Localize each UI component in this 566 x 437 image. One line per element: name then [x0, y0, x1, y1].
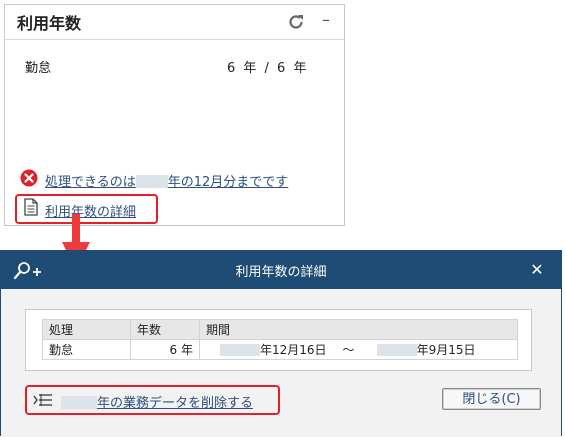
minimize-icon[interactable]: – — [318, 11, 334, 29]
cell-process: 勤怠 — [42, 339, 131, 360]
document-icon — [24, 198, 38, 216]
usage-years-widget: 利用年数 – 勤怠 6 年 / 6 年 処理できるのは 年の12月分までです 利用… — [4, 4, 345, 226]
usage-years-detail-dialog: 利用年数の詳細 ✕ 処理 年数 期間 勤怠 6 年 年12月16日 〜 年9月15日 — [0, 250, 562, 437]
table-row: 勤怠 6 年 年12月16日 〜 年9月15日 — [42, 339, 518, 360]
processing-limit-link[interactable]: 処理できるのは 年の12月分までです — [45, 171, 288, 190]
attendance-label: 勤怠 — [25, 61, 52, 76]
widget-header: 利用年数 – — [5, 5, 344, 40]
delete-link-text: 年の業務データを削除する — [97, 396, 254, 411]
redacted-end-year — [376, 344, 417, 356]
period-separator: 〜 — [342, 343, 355, 357]
redacted-delete-year — [61, 396, 97, 409]
delete-list-icon — [33, 394, 52, 406]
period-end: 年9月15日 — [416, 343, 476, 357]
table-header-row: 処理 年数 期間 — [42, 319, 518, 340]
close-icon[interactable]: ✕ — [529, 260, 545, 279]
refresh-icon[interactable] — [287, 13, 305, 31]
widget-title: 利用年数 — [17, 14, 82, 33]
header-years: 年数 — [130, 319, 200, 340]
detail-table-frame: 処理 年数 期間 勤怠 6 年 年12月16日 〜 年9月15日 — [25, 309, 532, 371]
dialog-titlebar: 利用年数の詳細 ✕ — [1, 251, 561, 289]
dialog-title: 利用年数の詳細 — [235, 265, 327, 280]
error-icon — [20, 169, 38, 187]
delete-business-data-link[interactable]: 年の業務データを削除する — [61, 392, 253, 411]
attendance-years-value: 6 年 / 6 年 — [227, 61, 307, 76]
header-process: 処理 — [42, 319, 131, 340]
warning-suffix: 年の12月分までです — [167, 175, 289, 190]
cell-period: 年12月16日 〜 年9月15日 — [199, 339, 518, 360]
redacted-year — [135, 175, 168, 188]
header-period: 期間 — [199, 319, 518, 340]
warning-prefix: 処理できるのは — [45, 175, 136, 190]
cell-years: 6 年 — [130, 339, 200, 360]
period-start: 年12月16日 — [260, 343, 327, 357]
dialog-body: 処理 年数 期間 勤怠 6 年 年12月16日 〜 年9月15日 年の業務データを削… — [1, 289, 561, 437]
close-button[interactable]: 閉じる(C) — [442, 388, 541, 410]
usage-years-detail-link[interactable]: 利用年数の詳細 — [45, 201, 136, 220]
redacted-start-year — [220, 344, 260, 356]
detail-table: 処理 年数 期間 勤怠 6 年 年12月16日 〜 年9月15日 — [42, 319, 518, 360]
